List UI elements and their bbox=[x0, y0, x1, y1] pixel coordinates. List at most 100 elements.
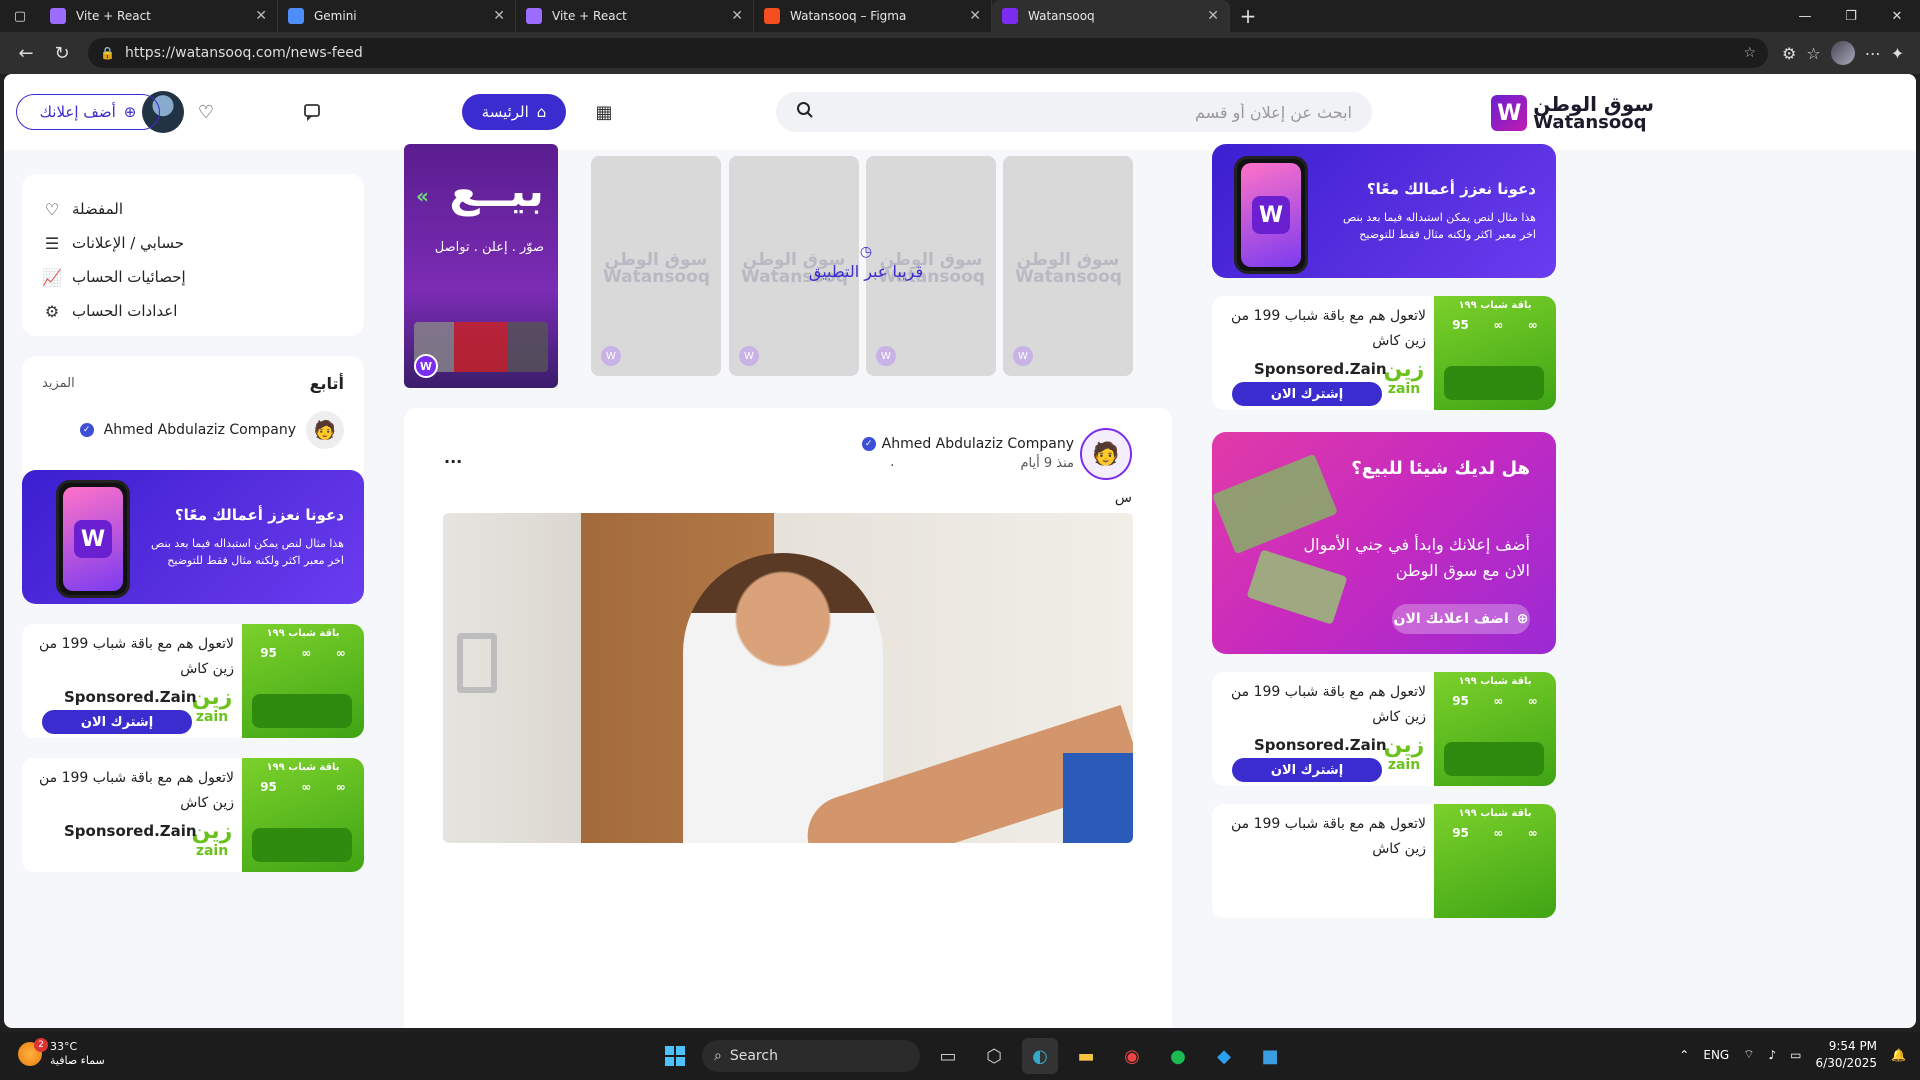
banner-infinity: ∞ bbox=[1527, 694, 1538, 708]
close-tab-icon[interactable]: ✕ bbox=[731, 8, 743, 24]
post-more-button[interactable]: ... bbox=[444, 448, 462, 467]
more-link[interactable]: المزيد bbox=[42, 376, 75, 391]
windows-taskbar: 2 33°C سماء صافية ⌕ Search ▭ ⬡ ◐ ▬ ◉ ● ◆… bbox=[0, 1032, 1920, 1080]
edge-icon[interactable]: ◐ bbox=[1022, 1038, 1058, 1074]
sidebar-item-favorites[interactable]: ♡ المفضلة bbox=[42, 192, 344, 226]
windows-start-icon[interactable] bbox=[658, 1039, 692, 1073]
feed-post: 🧑 ✓ Ahmed Abdulaziz Company منذ 9 أيام .… bbox=[404, 408, 1172, 1028]
home-button[interactable]: الرئيسة ⌂ bbox=[462, 94, 566, 130]
subscribe-button[interactable]: إشترك الان bbox=[42, 710, 192, 734]
browser-tab[interactable]: Vite + React ✕ bbox=[40, 0, 278, 32]
sponsored-ad[interactable]: باقة شباب ١٩٩ 95 ∞ ∞ لاتعول هم مع باقة شبا… bbox=[1212, 296, 1556, 410]
sidebar-item-my-ads[interactable]: ☰ حسابي / الإعلانات bbox=[42, 226, 344, 260]
banner-number: 95 bbox=[260, 646, 277, 660]
url-field[interactable]: 🔒 https://watansooq.com/news-feed ☆ bbox=[88, 38, 1768, 68]
search-icon[interactable] bbox=[796, 101, 814, 124]
banner-infinity: ∞ bbox=[301, 646, 312, 660]
vscode-icon[interactable]: ◆ bbox=[1206, 1038, 1242, 1074]
battery-icon[interactable]: ▭ bbox=[1790, 1048, 1801, 1062]
story-ad-sell[interactable]: بيــع « صوّر . إعلن . تواصل W bbox=[404, 144, 558, 388]
new-tab-icon[interactable]: + bbox=[1230, 0, 1266, 32]
chevron-up-icon[interactable]: ⌃ bbox=[1679, 1048, 1689, 1062]
browser-tab[interactable]: Gemini ✕ bbox=[278, 0, 516, 32]
post-author-name: Ahmed Abdulaziz Company bbox=[881, 436, 1074, 452]
close-tab-icon[interactable]: ✕ bbox=[969, 8, 981, 24]
task-view-icon[interactable]: ▭ bbox=[930, 1038, 966, 1074]
wifi-icon[interactable]: ⌔ bbox=[1743, 1047, 1754, 1062]
add-ad-button[interactable]: أضف إعلانك ⊕ bbox=[16, 94, 160, 130]
close-tab-icon[interactable]: ✕ bbox=[493, 8, 505, 24]
browser-tab[interactable]: Vite + React ✕ bbox=[516, 0, 754, 32]
subscribe-button[interactable]: إشترك الان bbox=[1232, 758, 1382, 782]
banner-number: 95 bbox=[1452, 318, 1469, 332]
minimize-icon[interactable]: — bbox=[1782, 0, 1828, 32]
post-author[interactable]: ✓ Ahmed Abdulaziz Company bbox=[861, 436, 1074, 452]
story-placeholder[interactable]: سوق الوطن Watansooq W bbox=[1003, 156, 1133, 376]
subscribe-button[interactable]: إشترك الان bbox=[1232, 382, 1382, 406]
site-logo[interactable]: W سوق الوطن Watansooq bbox=[1491, 94, 1654, 132]
widgets-icon[interactable]: ⬡ bbox=[976, 1038, 1012, 1074]
followed-company[interactable]: ✓ Ahmed Abdulaziz Company 🧑 bbox=[42, 411, 344, 449]
post-author-avatar[interactable]: 🧑 bbox=[1080, 428, 1132, 480]
sponsored-ad[interactable]: باقة شباب ١٩٩ 95 ∞ ∞ لاتعول هم مع باقة شبا… bbox=[22, 758, 364, 872]
close-window-icon[interactable]: ✕ bbox=[1874, 0, 1920, 32]
url-text: https://watansooq.com/news-feed bbox=[124, 45, 363, 61]
browser-tab[interactable]: Watansooq – Figma ✕ bbox=[754, 0, 992, 32]
sell-something-banner[interactable]: هل لديك شيئا للبيع؟ أضف إعلانك وابدأ في … bbox=[1212, 432, 1556, 654]
browser-tab-bar: ▢ Vite + React ✕ Gemini ✕ Vite + React ✕… bbox=[0, 0, 1920, 32]
sale-text: أضف إعلانك وابدأ في جني الأموال الان مع … bbox=[1303, 535, 1530, 580]
file-explorer-icon[interactable]: ▬ bbox=[1068, 1038, 1104, 1074]
notifications-icon[interactable]: 🔔 bbox=[1891, 1048, 1906, 1062]
sidebar-item-settings[interactable]: ⚙ اعدادات الحساب bbox=[42, 294, 344, 328]
more-menu-icon[interactable]: ⋯ bbox=[1865, 44, 1881, 63]
banner-title: باقة شباب ١٩٩ bbox=[266, 762, 340, 773]
banner-title: باقة شباب ١٩٩ bbox=[1458, 300, 1532, 311]
extensions-icon[interactable]: ⚙ bbox=[1782, 44, 1796, 63]
spotify-icon[interactable]: ● bbox=[1160, 1038, 1196, 1074]
heart-icon[interactable]: ♡ bbox=[188, 94, 224, 130]
sponsor-text: لاتعول هم مع باقة شباب 199 من زين كاش bbox=[38, 636, 234, 677]
favorites-icon[interactable]: ☆ bbox=[1806, 44, 1820, 63]
site-header: W سوق الوطن Watansooq ▦ الرئيسة ⌂ ♡ أضف … bbox=[4, 74, 1916, 150]
copilot-icon[interactable]: ✦ bbox=[1891, 44, 1904, 63]
banner-number: 95 bbox=[1452, 826, 1469, 840]
company-name: Ahmed Abdulaziz Company bbox=[103, 422, 296, 438]
sidebar-menu: ♡ المفضلة ☰ حسابي / الإعلانات 📈 إحصائيات… bbox=[22, 174, 364, 336]
workspaces-icon[interactable]: ▢ bbox=[0, 0, 40, 32]
profile-avatar[interactable] bbox=[1830, 41, 1855, 65]
add-ad-now-button[interactable]: ⊕ اضف اعلانك الان bbox=[1392, 604, 1530, 634]
lock-icon: 🔒 bbox=[100, 46, 115, 60]
browser-tab-active[interactable]: Watansooq ✕ bbox=[992, 0, 1230, 32]
app-icon[interactable]: ■ bbox=[1252, 1038, 1288, 1074]
sponsored-ad[interactable]: باقة شباب ١٩٩ 95 ∞ ∞ لاتعول هم مع باقة شبا… bbox=[1212, 804, 1556, 918]
post-photo[interactable] bbox=[443, 513, 1133, 843]
promo-banner-left[interactable]: W دعونا نعزز أعمالك معًا؟ هذا مثال لنص ي… bbox=[22, 470, 364, 604]
sponsored-ad[interactable]: باقة شباب ١٩٩ 95 ∞ ∞ لاتعول هم مع باقة شبا… bbox=[22, 624, 364, 738]
clock[interactable]: 9:54 PM 6/30/2025 bbox=[1816, 1038, 1878, 1072]
back-icon[interactable]: ← bbox=[8, 37, 44, 69]
close-tab-icon[interactable]: ✕ bbox=[1207, 8, 1219, 24]
favorite-star-icon[interactable]: ☆ bbox=[1743, 45, 1756, 61]
logo-arabic: سوق الوطن bbox=[1533, 92, 1654, 116]
chrome-icon[interactable]: ◉ bbox=[1114, 1038, 1150, 1074]
restore-icon[interactable]: ❐ bbox=[1828, 0, 1874, 32]
close-tab-icon[interactable]: ✕ bbox=[255, 8, 267, 24]
tab-title: Vite + React bbox=[76, 9, 151, 23]
story-placeholder[interactable]: سوق الوطن Watansooq W bbox=[591, 156, 721, 376]
language-indicator[interactable]: ENG bbox=[1703, 1048, 1729, 1062]
tab-title: Watansooq bbox=[1028, 9, 1095, 23]
taskbar-search[interactable]: ⌕ Search bbox=[702, 1040, 920, 1072]
add-ad-now-label: اضف اعلانك الان bbox=[1393, 611, 1509, 627]
sidebar-item-stats[interactable]: 📈 إحصائيات الحساب bbox=[42, 260, 344, 294]
banner-title: باقة شباب ١٩٩ bbox=[266, 628, 340, 639]
search-input[interactable] bbox=[814, 102, 1352, 122]
volume-icon[interactable]: ♪ bbox=[1769, 1048, 1777, 1062]
banner-infinity: ∞ bbox=[335, 646, 346, 660]
gemini-favicon-icon bbox=[288, 8, 304, 24]
weather-widget[interactable]: 2 33°C سماء صافية bbox=[18, 1038, 105, 1069]
messages-icon[interactable] bbox=[294, 94, 330, 130]
sponsored-ad[interactable]: باقة شباب ١٩٩ 95 ∞ ∞ لاتعول هم مع باقة شبا… bbox=[1212, 672, 1556, 786]
promo-banner-right[interactable]: W دعونا نعزز أعمالك معًا؟ هذا مثال لنص ي… bbox=[1212, 144, 1556, 278]
refresh-icon[interactable]: ↻ bbox=[44, 37, 80, 69]
store-icon[interactable]: ▦ bbox=[586, 94, 622, 130]
